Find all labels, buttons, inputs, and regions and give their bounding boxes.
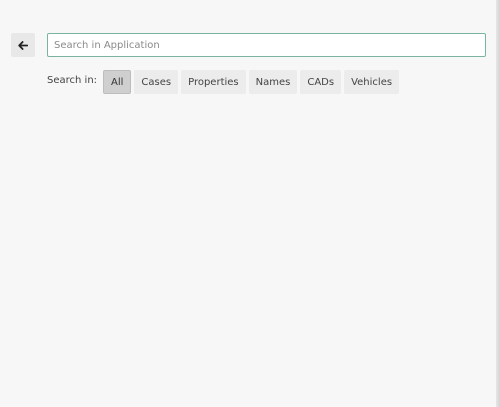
arrow-left-icon <box>18 40 28 50</box>
search-page: Search in: All Cases Properties Names CA… <box>0 0 496 407</box>
filter-all[interactable]: All <box>103 70 132 94</box>
filter-properties-label: Properties <box>188 76 239 88</box>
filter-properties[interactable]: Properties <box>181 70 246 94</box>
filter-all-label: All <box>111 76 124 88</box>
filter-names[interactable]: Names <box>248 70 298 94</box>
back-button[interactable] <box>11 33 35 57</box>
filter-cases[interactable]: Cases <box>134 70 179 94</box>
window-right-edge <box>496 0 500 407</box>
filter-names-label: Names <box>255 76 291 88</box>
filter-vehicles[interactable]: Vehicles <box>344 70 400 94</box>
search-input[interactable] <box>47 33 486 57</box>
filter-cases-label: Cases <box>141 76 172 88</box>
search-scope-filters: All Cases Properties Names CADs Vehicles <box>103 70 400 94</box>
filter-cads[interactable]: CADs <box>300 70 342 94</box>
filter-vehicles-label: Vehicles <box>351 76 393 88</box>
filter-cads-label: CADs <box>307 76 335 88</box>
search-in-label: Search in: <box>47 75 98 86</box>
